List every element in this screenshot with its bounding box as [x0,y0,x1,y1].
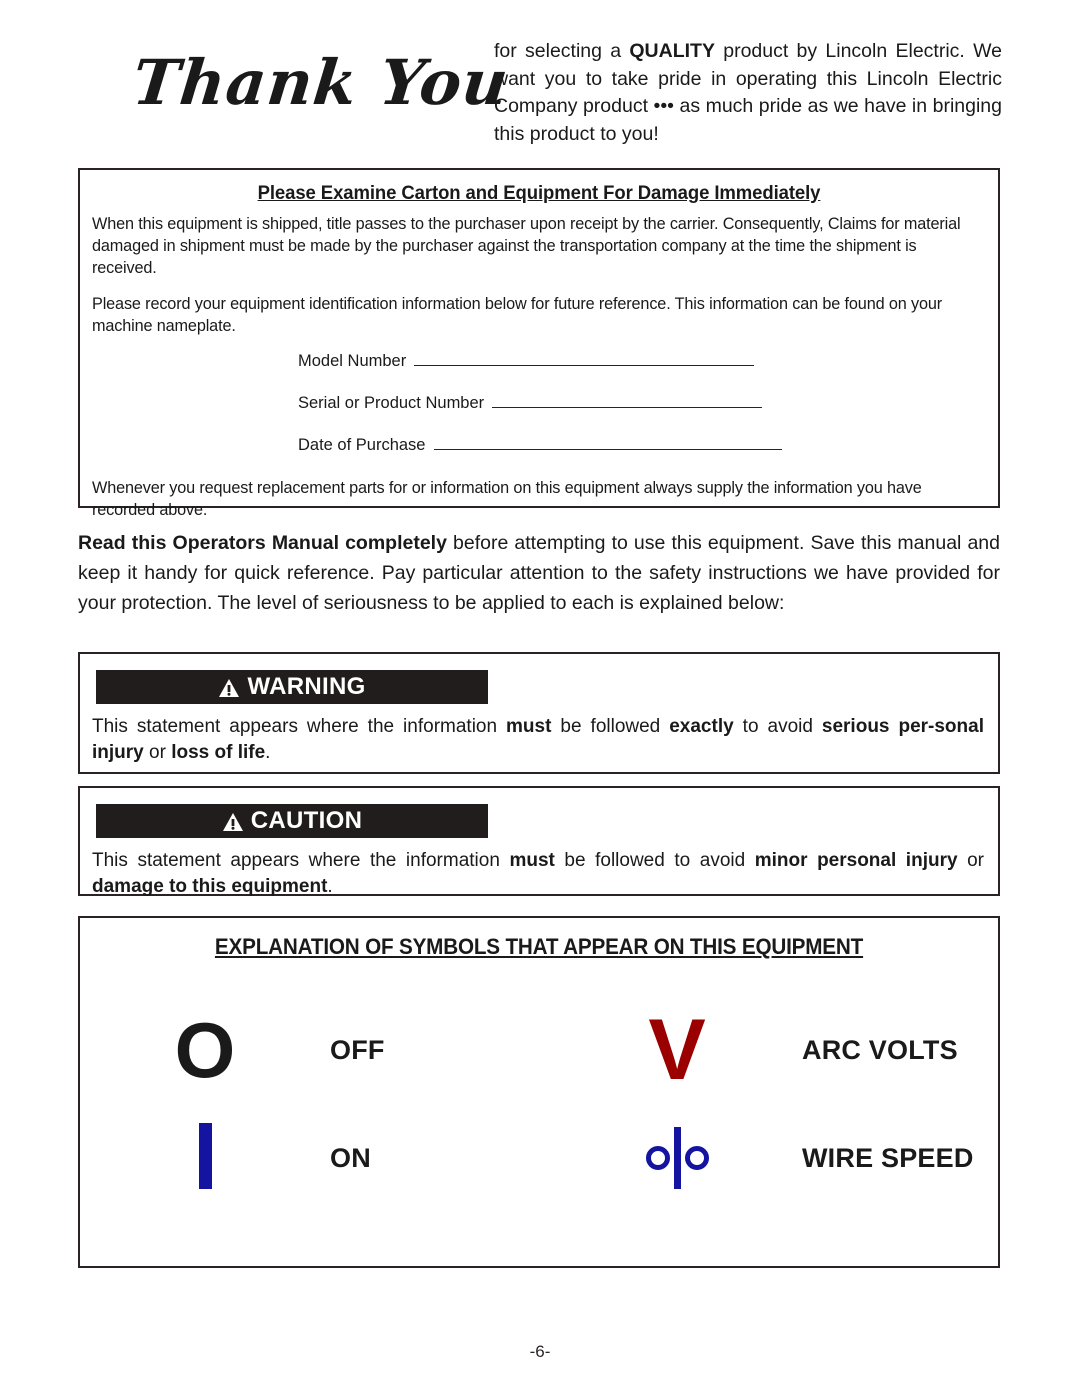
field-row-date-of-purchase: Date of Purchase [298,435,986,455]
model-number-input[interactable] [414,351,755,366]
intro-text-pre: for selecting a [494,40,630,62]
warning-body-text: This statement appears where the informa… [92,716,984,763]
warning-bar: WARNING [96,670,488,704]
wire-speed-bar [673,1127,681,1189]
examine-paragraph-3: Whenever you request replacement parts f… [92,479,922,519]
examine-carton-title: Please Examine Carton and Equipment For … [257,182,821,204]
field-row-model-number: Model Number [298,351,986,371]
warning-triangle-icon [222,812,244,832]
symbols-explanation-box: EXPLANATION OF SYMBOLS THAT APPEAR ON TH… [78,916,1000,1268]
power-on-label: ON [330,1142,371,1173]
symbols-explanation-title: EXPLANATION OF SYMBOLS THAT APPEAR ON TH… [214,934,864,959]
serial-number-input[interactable] [492,393,763,408]
equipment-record-fields: Model Number Serial or Product Number Da… [92,351,986,455]
power-off-symbol: O [174,1006,236,1094]
examine-carton-box: Please Examine Carton and Equipment For … [78,168,1000,519]
intro-paragraph: for selecting a QUALITY product by Linco… [494,34,1002,148]
symbols-grid: O OFF V ARC VOLTS ON WIRE SPEED [80,996,998,1212]
wire-speed-ring-right [684,1146,709,1170]
caution-bar: CAUTION [96,804,488,838]
serial-number-label: Serial or Product Number [298,394,485,412]
page-header: Thank You for selecting a QUALITY produc… [78,34,1002,148]
wire-speed-label: WIRE SPEED [802,1142,974,1173]
wire-speed-ring-left [645,1146,670,1170]
warning-box: WARNING This statement appears where the… [78,652,1000,774]
warning-triangle-icon [218,678,240,698]
power-off-label: OFF [330,1034,385,1065]
manual-page: Thank You for selecting a QUALITY produc… [0,0,1080,1397]
caution-body-text: This statement appears where the informa… [92,850,984,897]
date-of-purchase-label: Date of Purchase [298,436,426,454]
caution-box: CAUTION This statement appears where the… [78,786,1000,897]
arc-volts-symbol: V [648,1002,706,1098]
page-number: -6- [529,1342,551,1361]
caution-bar-label: CAUTION [250,807,363,834]
examine-paragraph-2: Please record your equipment identificat… [92,295,943,335]
wire-speed-symbol [552,1125,802,1191]
power-on-symbol [80,1123,330,1193]
arc-volts-label: ARC VOLTS [802,1034,958,1065]
read-manual-emphasis: Read this Operators Manual completely [78,532,447,554]
date-of-purchase-input[interactable] [433,435,782,450]
model-number-label: Model Number [298,352,407,370]
field-row-serial-number: Serial or Product Number [298,393,986,413]
thank-you-wordmark: Thank You [129,46,513,119]
warning-bar-label: WARNING [247,673,366,700]
read-manual-paragraph: Read this Operators Manual completely be… [78,528,1000,618]
quality-emphasis: QUALITY [629,40,715,62]
examine-paragraph-1: When this equipment is shipped, title pa… [92,215,961,277]
